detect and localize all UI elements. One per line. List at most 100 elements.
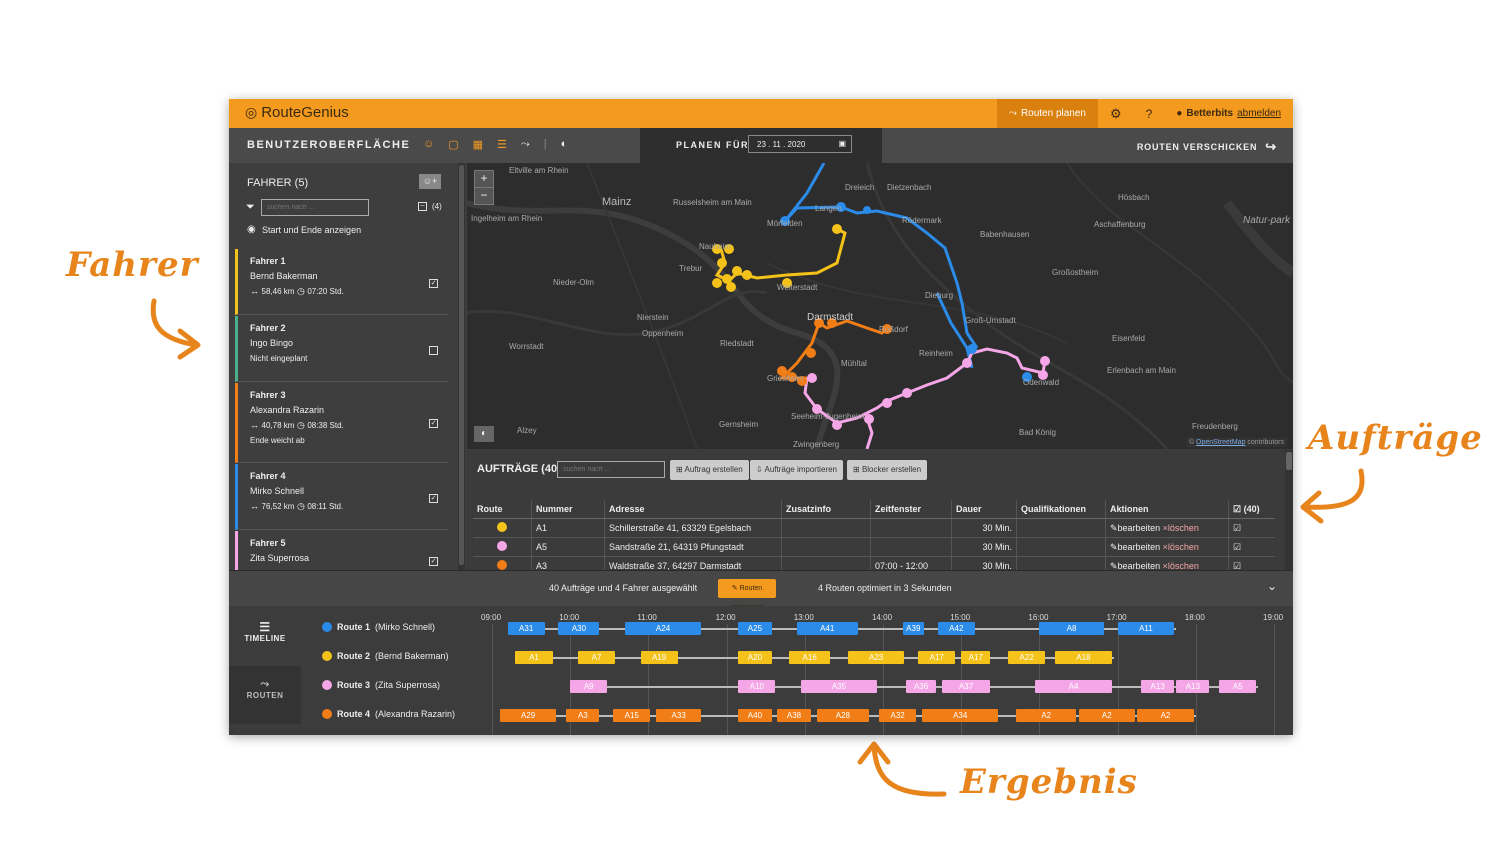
- timeline-job-block[interactable]: A2: [1137, 709, 1194, 722]
- edit-link[interactable]: bearbeiten: [1118, 561, 1161, 571]
- timeline-job-block[interactable]: A40: [738, 709, 772, 722]
- driver-card-5[interactable]: Fahrer 5 Zita Superrosa ✓: [235, 531, 448, 571]
- timeline-job-block[interactable]: A18: [1055, 651, 1112, 664]
- chevron-down-icon[interactable]: ⌄: [1267, 579, 1277, 593]
- timeline-job-block[interactable]: A23: [847, 651, 905, 664]
- timeline-job-block[interactable]: A2: [1015, 709, 1077, 722]
- timeline-job-block[interactable]: A10: [738, 680, 776, 693]
- driver-card-4[interactable]: Fahrer 4 Mirko Schnell ↔ 76,52 km ◷ 08:1…: [235, 464, 448, 530]
- col-qualifications[interactable]: Qualifikationen: [1016, 500, 1106, 519]
- timeline-job-block[interactable]: A19: [640, 651, 678, 664]
- import-orders-button[interactable]: ⇩ Aufträge importieren: [750, 460, 843, 480]
- map-theme-button[interactable]: ◐: [474, 426, 494, 442]
- timeline-job-block[interactable]: A38: [777, 709, 811, 722]
- timeline-job-block[interactable]: A8: [1039, 622, 1104, 635]
- settings-button[interactable]: ⚙: [1098, 99, 1134, 128]
- timeline-job-block[interactable]: A30: [558, 622, 600, 635]
- contrast-icon[interactable]: ◐: [561, 138, 568, 151]
- timeline-job-block[interactable]: A42: [937, 622, 975, 635]
- optimize-routes-button[interactable]: ✎ Routen optimieren: [718, 579, 776, 611]
- timeline-job-block[interactable]: A13: [1176, 680, 1210, 693]
- route-view-icon[interactable]: ⤳: [521, 138, 530, 151]
- table-row[interactable]: A5 Sandstraße 21, 64319 Pfungstadt 30 Mi…: [473, 537, 1275, 557]
- timeline-job-block[interactable]: A3: [566, 709, 600, 722]
- date-picker[interactable]: 23 . 11 . 2020 ▣: [748, 135, 852, 153]
- add-driver-button[interactable]: ☺+: [419, 174, 441, 189]
- create-blocker-button[interactable]: ⊞ Blocker erstellen: [847, 460, 928, 480]
- driver-search-input[interactable]: [261, 199, 369, 216]
- show-start-end-toggle[interactable]: Start und Ende anzeigen: [262, 225, 361, 235]
- zoom-in-button[interactable]: +: [474, 170, 494, 188]
- select-all-checkbox[interactable]: –: [418, 202, 427, 211]
- orders-scrollbar[interactable]: [1285, 450, 1293, 570]
- timeline-job-block[interactable]: A36: [906, 680, 936, 693]
- delete-link[interactable]: löschen: [1168, 561, 1199, 571]
- send-routes-button[interactable]: ROUTEN VERSCHICKEN ↪: [1137, 139, 1277, 155]
- orders-view-icon[interactable]: ▢: [448, 138, 458, 151]
- driver-checkbox[interactable]: ✓: [429, 557, 438, 566]
- timeline-job-block[interactable]: A35: [800, 680, 878, 693]
- create-order-button[interactable]: ⊞ Auftrag erstellen: [670, 460, 749, 480]
- timeline-job-block[interactable]: A24: [624, 622, 702, 635]
- timeline-job-block[interactable]: A7: [578, 651, 616, 664]
- driver-checkbox[interactable]: ✓: [429, 419, 438, 428]
- map-view-icon[interactable]: ▦: [473, 138, 483, 151]
- timeline-job-block[interactable]: A31: [507, 622, 545, 635]
- timeline-job-block[interactable]: A22: [1008, 651, 1046, 664]
- timeline-job-block[interactable]: A25: [738, 622, 772, 635]
- timeline-job-block[interactable]: A5: [1219, 680, 1257, 693]
- timeline-job-block[interactable]: A28: [816, 709, 870, 722]
- col-route[interactable]: Route: [473, 500, 532, 519]
- driver-card-2[interactable]: Fahrer 2 Ingo Bingo Nicht eingeplant: [235, 316, 448, 382]
- list-view-icon[interactable]: ☰: [497, 138, 507, 151]
- col-select[interactable]: ☑ (40): [1228, 500, 1275, 519]
- filter-icon[interactable]: ⏷: [246, 201, 255, 214]
- timeline-job-block[interactable]: A41: [796, 622, 858, 635]
- osm-link[interactable]: OpenStreetMap: [1196, 439, 1245, 446]
- drivers-view-icon[interactable]: ☺: [423, 138, 434, 151]
- zoom-out-button[interactable]: −: [474, 187, 494, 205]
- route-map[interactable]: Mainz Eltville am Rhein Ingelheim am Rhe…: [467, 163, 1293, 449]
- timeline-job-block[interactable]: A4: [1035, 680, 1112, 693]
- timeline-job-block[interactable]: A17: [918, 651, 956, 664]
- timeline-job-block[interactable]: A20: [738, 651, 772, 664]
- timeline-job-block[interactable]: A13: [1141, 680, 1175, 693]
- row-checkbox[interactable]: ☑: [1233, 542, 1241, 552]
- driver-card-3[interactable]: Fahrer 3 Alexandra Razarin ↔ 40,78 km ◷ …: [235, 383, 448, 463]
- driver-card-1[interactable]: Fahrer 1 Bernd Bakerman ↔ 58,46 km ◷ 07:…: [235, 249, 448, 315]
- logout-link[interactable]: abmelden: [1237, 108, 1281, 119]
- timeline-job-block[interactable]: A32: [879, 709, 917, 722]
- delete-link[interactable]: löschen: [1168, 523, 1199, 533]
- timeline-job-block[interactable]: A15: [613, 709, 651, 722]
- timeline-job-block[interactable]: A11: [1117, 622, 1175, 635]
- timeline-job-block[interactable]: A34: [922, 709, 999, 722]
- row-checkbox[interactable]: ☑: [1233, 523, 1241, 533]
- timeline-job-block[interactable]: A9: [570, 680, 608, 693]
- col-number[interactable]: Nummer: [531, 500, 605, 519]
- map-label: Russelsheim am Main: [673, 198, 752, 207]
- driver-checkbox[interactable]: ✓: [429, 279, 438, 288]
- timeline-job-block[interactable]: A2: [1078, 709, 1136, 722]
- plan-routes-button[interactable]: ⤳ Routen planen: [996, 99, 1098, 128]
- col-time-window[interactable]: Zeitfenster: [870, 500, 952, 519]
- delete-link[interactable]: löschen: [1168, 542, 1199, 552]
- timeline-job-block[interactable]: A1: [515, 651, 553, 664]
- sidebar-scrollbar[interactable]: [458, 163, 465, 570]
- help-button[interactable]: ?: [1134, 99, 1165, 128]
- edit-link[interactable]: bearbeiten: [1118, 523, 1161, 533]
- row-checkbox[interactable]: ☑: [1233, 561, 1241, 571]
- col-duration[interactable]: Dauer: [951, 500, 1017, 519]
- driver-checkbox[interactable]: ✓: [429, 494, 438, 503]
- timeline-job-block[interactable]: A16: [789, 651, 831, 664]
- timeline-job-block[interactable]: A33: [656, 709, 702, 722]
- edit-link[interactable]: bearbeiten: [1118, 542, 1161, 552]
- col-info[interactable]: Zusatzinfo: [781, 500, 871, 519]
- timeline-job-block[interactable]: A29: [499, 709, 557, 722]
- orders-search-input[interactable]: [557, 461, 665, 478]
- timeline-job-block[interactable]: A37: [941, 680, 991, 693]
- table-row[interactable]: A1 Schillerstraße 41, 63329 Egelsbach 30…: [473, 518, 1275, 538]
- timeline-job-block[interactable]: A17: [961, 651, 991, 664]
- driver-checkbox[interactable]: [429, 346, 438, 355]
- timeline-job-block[interactable]: A39: [902, 622, 924, 635]
- col-address[interactable]: Adresse: [604, 500, 782, 519]
